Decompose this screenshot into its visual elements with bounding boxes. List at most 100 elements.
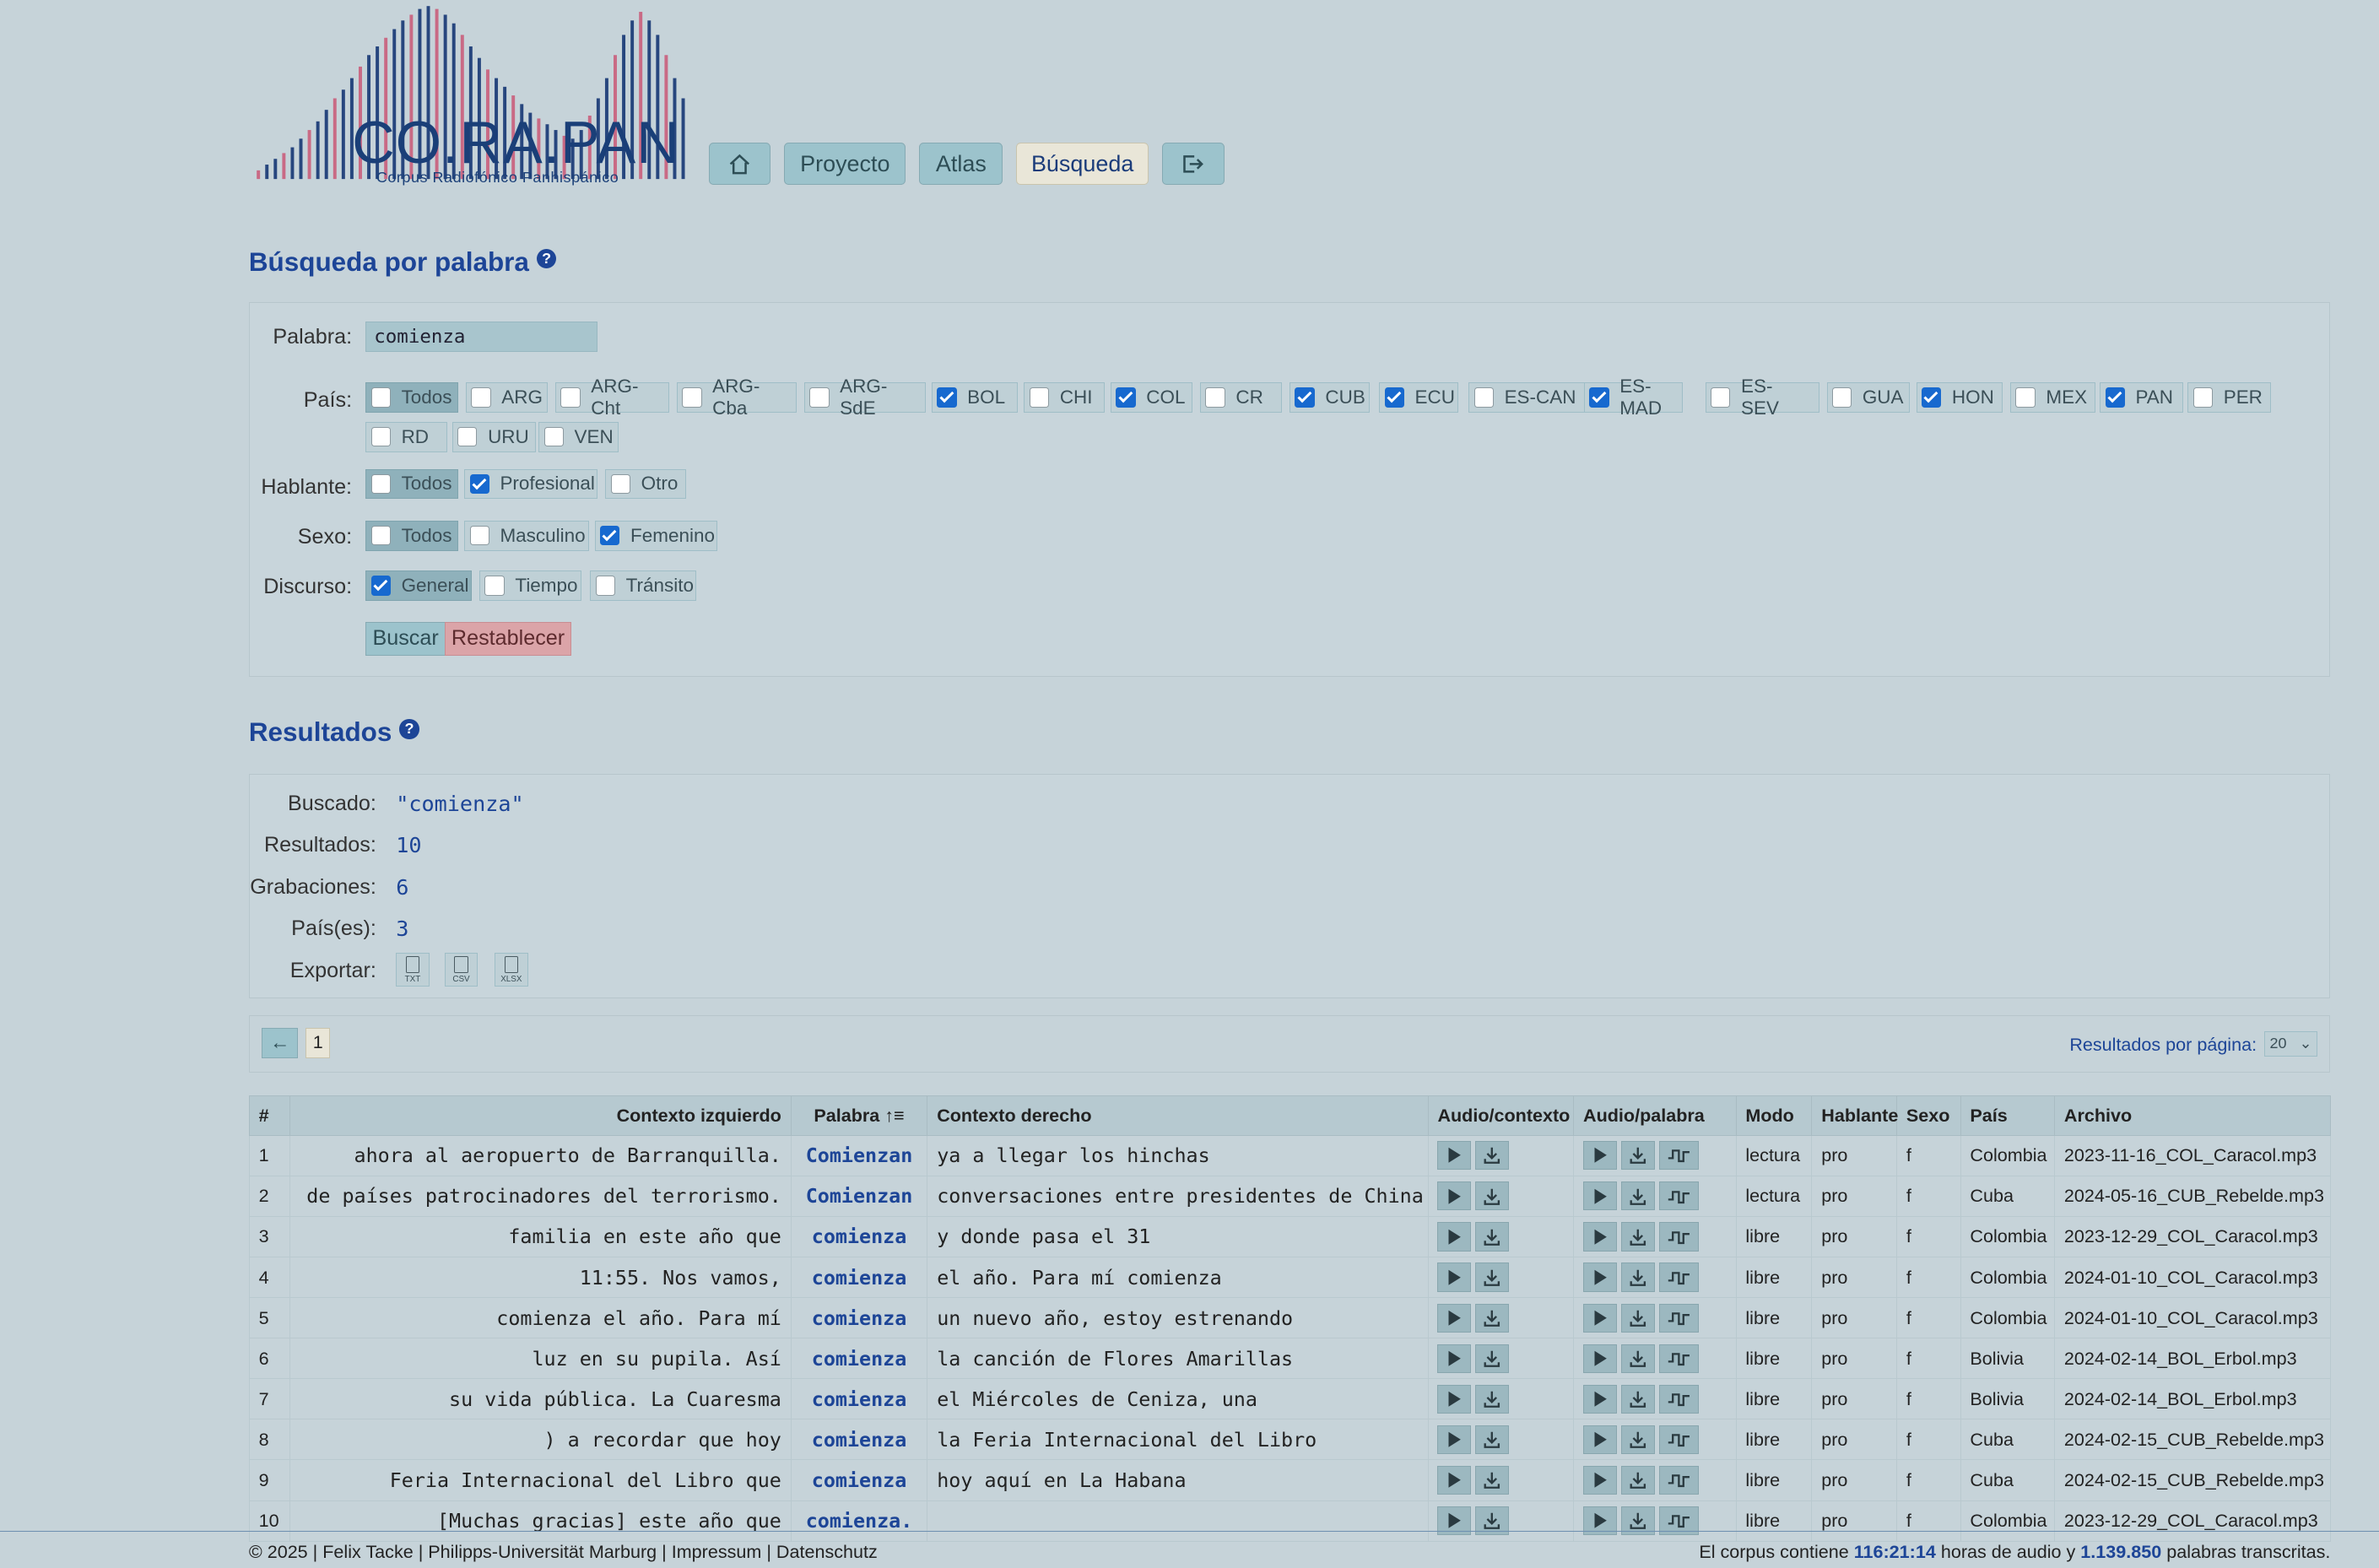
play-context-button[interactable] bbox=[1437, 1465, 1471, 1495]
download-word-button[interactable] bbox=[1620, 1222, 1655, 1252]
export-xlsx-button[interactable]: XLSX bbox=[495, 952, 528, 987]
countrie-checkbox[interactable] bbox=[1295, 387, 1315, 408]
download-context-button[interactable] bbox=[1475, 1344, 1509, 1373]
countrie-checkbox[interactable] bbox=[1205, 387, 1225, 408]
col-word-sortable[interactable]: Palabra ↑≡ bbox=[790, 1095, 928, 1136]
countrie-checkbox[interactable] bbox=[1589, 387, 1609, 408]
prev-page-button[interactable]: ← bbox=[262, 1028, 299, 1059]
sexe-checkbox[interactable] bbox=[370, 525, 391, 546]
speaker-option-todos[interactable]: Todos bbox=[365, 468, 458, 500]
countrie-checkbox[interactable] bbox=[2015, 387, 2036, 408]
countrie-checkbox[interactable] bbox=[543, 427, 564, 447]
countrie-option-ven[interactable]: VEN bbox=[538, 421, 619, 452]
speaker-checkbox[interactable] bbox=[370, 473, 391, 495]
waveform-button[interactable] bbox=[1658, 1181, 1699, 1211]
play-word-button[interactable] bbox=[1583, 1141, 1617, 1171]
countrie-checkbox[interactable] bbox=[1473, 387, 1494, 408]
search-help-icon[interactable]: ? bbox=[536, 248, 557, 269]
speaker-option-profesional[interactable]: Profesional bbox=[464, 468, 598, 500]
countrie-option-arg-cba[interactable]: ARG-Cba bbox=[676, 376, 797, 419]
sexe-checkbox[interactable] bbox=[469, 525, 489, 546]
countrie-option-ecu[interactable]: ECU bbox=[1379, 382, 1458, 413]
discourse-option-tránsito[interactable]: Tránsito bbox=[590, 570, 697, 601]
waveform-button[interactable] bbox=[1658, 1465, 1699, 1495]
waveform-button[interactable] bbox=[1658, 1425, 1699, 1454]
discourse-option-tiempo[interactable]: Tiempo bbox=[479, 570, 581, 601]
countrie-option-arg-cht[interactable]: ARG-Cht bbox=[554, 376, 669, 419]
play-word-button[interactable] bbox=[1583, 1465, 1617, 1495]
export-csv-button[interactable]: CSV bbox=[444, 952, 479, 987]
reset-button[interactable]: Restablecer bbox=[444, 622, 572, 656]
countrie-option-per[interactable]: PER bbox=[2187, 382, 2272, 413]
play-word-button[interactable] bbox=[1583, 1263, 1617, 1292]
nav-busqueda[interactable]: Búsqueda bbox=[1016, 142, 1149, 186]
download-word-button[interactable] bbox=[1620, 1425, 1655, 1454]
countrie-checkbox[interactable] bbox=[1384, 387, 1404, 408]
countrie-checkbox[interactable] bbox=[471, 387, 491, 408]
countrie-option-bol[interactable]: BOL bbox=[931, 382, 1019, 413]
download-context-button[interactable] bbox=[1475, 1384, 1509, 1414]
speaker-option-otro[interactable]: Otro bbox=[605, 468, 686, 500]
play-context-button[interactable] bbox=[1437, 1141, 1471, 1171]
countrie-option-rd[interactable]: RD bbox=[365, 421, 448, 452]
countrie-checkbox[interactable] bbox=[2192, 387, 2214, 408]
countrie-checkbox[interactable] bbox=[2105, 387, 2125, 408]
sexe-option-todos[interactable]: Todos bbox=[365, 520, 458, 551]
discourse-checkbox[interactable] bbox=[595, 576, 616, 596]
download-word-button[interactable] bbox=[1620, 1344, 1655, 1373]
speaker-checkbox[interactable] bbox=[469, 473, 489, 495]
countrie-checkbox[interactable] bbox=[1831, 387, 1852, 408]
countrie-option-es-sev[interactable]: ES-SEV bbox=[1705, 376, 1819, 419]
countrie-option-gua[interactable]: GUA bbox=[1826, 382, 1911, 413]
countrie-checkbox[interactable] bbox=[682, 387, 702, 408]
play-context-button[interactable] bbox=[1437, 1384, 1471, 1414]
countrie-option-pan[interactable]: PAN bbox=[2100, 382, 2183, 413]
nav-atlas[interactable]: Atlas bbox=[919, 142, 1003, 186]
countrie-option-arg-sde[interactable]: ARG-SdE bbox=[803, 376, 926, 419]
sexe-option-masculino[interactable]: Masculino bbox=[464, 520, 589, 551]
download-word-button[interactable] bbox=[1620, 1181, 1655, 1211]
countrie-option-arg[interactable]: ARG bbox=[465, 382, 548, 413]
countrie-checkbox[interactable] bbox=[370, 387, 391, 408]
countrie-checkbox[interactable] bbox=[560, 387, 581, 408]
waveform-button[interactable] bbox=[1658, 1141, 1699, 1171]
word-input[interactable]: comienza bbox=[365, 322, 598, 353]
countrie-option-todos[interactable]: Todos bbox=[365, 382, 458, 413]
discourse-option-general[interactable]: General bbox=[365, 570, 473, 601]
countrie-option-cub[interactable]: CUB bbox=[1290, 382, 1371, 413]
play-word-button[interactable] bbox=[1583, 1344, 1617, 1373]
play-word-button[interactable] bbox=[1583, 1181, 1617, 1211]
waveform-button[interactable] bbox=[1658, 1263, 1699, 1292]
download-context-button[interactable] bbox=[1475, 1181, 1509, 1211]
countrie-checkbox[interactable] bbox=[1029, 387, 1050, 408]
countrie-checkbox[interactable] bbox=[937, 387, 957, 408]
page-number-button[interactable]: 1 bbox=[305, 1028, 331, 1059]
countrie-option-es-can[interactable]: ES-CAN bbox=[1468, 382, 1591, 413]
countrie-checkbox[interactable] bbox=[457, 427, 478, 447]
countrie-checkbox[interactable] bbox=[809, 387, 830, 408]
speaker-checkbox[interactable] bbox=[610, 473, 631, 495]
play-word-button[interactable] bbox=[1583, 1384, 1617, 1414]
countrie-option-es-mad[interactable]: ES-MAD bbox=[1583, 376, 1683, 419]
nav-home-button[interactable] bbox=[708, 142, 771, 186]
download-context-button[interactable] bbox=[1475, 1465, 1509, 1495]
download-context-button[interactable] bbox=[1475, 1425, 1509, 1454]
nav-proyecto[interactable]: Proyecto bbox=[784, 142, 906, 186]
download-word-button[interactable] bbox=[1620, 1384, 1655, 1414]
play-context-button[interactable] bbox=[1437, 1425, 1471, 1454]
waveform-button[interactable] bbox=[1658, 1303, 1699, 1333]
waveform-button[interactable] bbox=[1658, 1344, 1699, 1373]
discourse-checkbox[interactable] bbox=[370, 576, 391, 596]
play-word-button[interactable] bbox=[1583, 1303, 1617, 1333]
countrie-option-chi[interactable]: CHI bbox=[1024, 382, 1105, 413]
export-txt-button[interactable]: TXT bbox=[396, 952, 430, 987]
download-word-button[interactable] bbox=[1620, 1303, 1655, 1333]
download-context-button[interactable] bbox=[1475, 1141, 1509, 1171]
nav-logout-button[interactable] bbox=[1162, 142, 1225, 186]
per-page-select[interactable]: 20 ⌄ bbox=[2264, 1030, 2317, 1057]
download-context-button[interactable] bbox=[1475, 1303, 1509, 1333]
results-help-icon[interactable]: ? bbox=[399, 719, 419, 739]
countrie-option-mex[interactable]: MEX bbox=[2010, 382, 2095, 413]
countrie-checkbox[interactable] bbox=[1921, 387, 1942, 408]
waveform-button[interactable] bbox=[1658, 1222, 1699, 1252]
